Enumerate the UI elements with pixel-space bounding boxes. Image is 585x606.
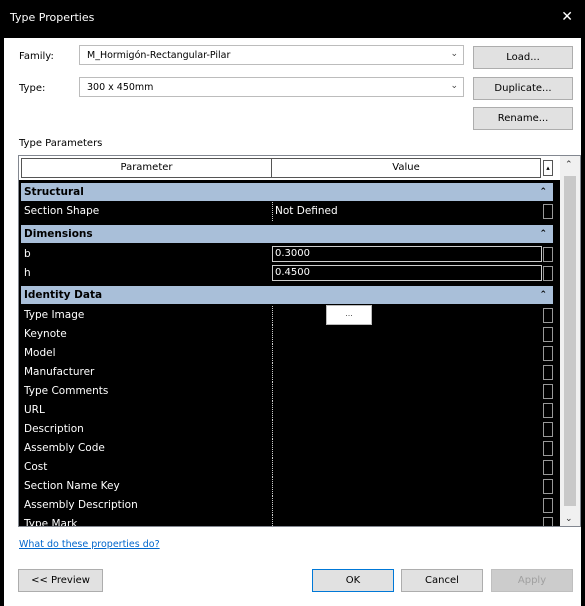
param-row-h[interactable]: h 0.4500 (21, 264, 553, 283)
param-name: Keynote (24, 328, 67, 340)
type-label: Type: (19, 83, 46, 94)
type-parameters-label: Type Parameters (19, 138, 103, 149)
grid-header: Parameter Value ▴ (19, 156, 560, 180)
type-properties-dialog: Type Properties ✕ Family: M_Hormigón-Rec… (0, 0, 585, 606)
edit-tooltip: ... (326, 305, 372, 325)
scroll-up-icon[interactable]: ⌃ (565, 160, 573, 170)
chevron-down-icon: ⌄ (450, 81, 458, 91)
sort-icon[interactable]: ▴ (543, 160, 553, 176)
param-name: Assembly Description (24, 499, 138, 511)
type-value: 300 x 450mm (87, 82, 154, 93)
param-row-manufacturer[interactable]: Manufacturer (21, 363, 553, 382)
family-dropdown[interactable]: M_Hormigón-Rectangular-Pilar ⌄ (79, 45, 464, 65)
param-row-keynote[interactable]: Keynote (21, 325, 553, 344)
param-row-description[interactable]: Description (21, 420, 553, 439)
param-row-type-comments[interactable]: Type Comments (21, 382, 553, 401)
param-name: h (24, 267, 31, 279)
param-name: Model (24, 347, 56, 359)
type-dropdown[interactable]: 300 x 450mm ⌄ (79, 77, 464, 97)
group-label: Identity Data (24, 289, 103, 301)
column-header-parameter[interactable]: Parameter (21, 158, 272, 178)
param-row-url[interactable]: URL (21, 401, 553, 420)
param-name: Assembly Code (24, 442, 105, 454)
family-value: M_Hormigón-Rectangular-Pilar (87, 50, 231, 61)
param-row-assembly-description[interactable]: Assembly Description (21, 496, 553, 515)
column-header-value[interactable]: Value (271, 158, 541, 178)
param-row-section-shape[interactable]: Section Shape Not Defined (21, 202, 553, 221)
group-identity-data[interactable]: Identity Data ⌃ (21, 286, 553, 304)
group-structural[interactable]: Structural ⌃ (21, 183, 553, 201)
param-row-model[interactable]: Model (21, 344, 553, 363)
param-row-b[interactable]: b 0.3000 (21, 245, 553, 264)
param-row-cost[interactable]: Cost (21, 458, 553, 477)
group-dimensions[interactable]: Dimensions ⌃ (21, 225, 553, 243)
help-link[interactable]: What do these properties do? (19, 539, 160, 550)
title-bar: Type Properties ✕ (0, 0, 585, 38)
param-row-assembly-code[interactable]: Assembly Code (21, 439, 553, 458)
group-label: Dimensions (24, 228, 93, 240)
param-name: Manufacturer (24, 366, 95, 378)
param-name: Section Shape (24, 205, 100, 217)
param-name: Type Image (24, 309, 85, 321)
double-chevron-up-icon[interactable]: ⌃ (539, 183, 547, 201)
param-value[interactable]: Not Defined (275, 205, 338, 217)
load-button[interactable]: Load... (473, 46, 573, 69)
param-name: Cost (24, 461, 48, 473)
duplicate-button[interactable]: Duplicate... (473, 77, 573, 100)
param-row-section-name-key[interactable]: Section Name Key (21, 477, 553, 496)
scroll-down-icon[interactable]: ⌄ (565, 514, 573, 524)
grid-scrollbar[interactable]: ⌃ ⌄ (560, 156, 580, 526)
param-name: URL (24, 404, 45, 416)
param-name: Type Comments (24, 385, 109, 397)
scroll-thumb[interactable] (564, 176, 576, 506)
param-name: Type Mark (24, 518, 78, 527)
family-label: Family: (19, 51, 54, 62)
type-parameters-grid[interactable]: Parameter Value ▴ Structural ⌃ Section S… (18, 155, 581, 527)
param-name: Section Name Key (24, 480, 120, 492)
param-value-input[interactable]: 0.4500 (272, 265, 542, 281)
double-chevron-up-icon[interactable]: ⌃ (539, 286, 547, 304)
cancel-button[interactable]: Cancel (401, 569, 483, 592)
double-chevron-up-icon[interactable]: ⌃ (539, 225, 547, 243)
apply-button[interactable]: Apply (491, 569, 573, 592)
chevron-down-icon: ⌄ (450, 49, 458, 59)
ok-button[interactable]: OK (312, 569, 394, 592)
param-row-type-image[interactable]: Type Image (21, 306, 553, 325)
rename-button[interactable]: Rename... (473, 107, 573, 130)
window-title: Type Properties (10, 11, 95, 24)
param-name: Description (24, 423, 84, 435)
param-name: b (24, 248, 31, 260)
close-icon[interactable]: ✕ (561, 9, 573, 25)
group-label: Structural (24, 186, 84, 198)
param-value-input[interactable]: 0.3000 (272, 246, 542, 262)
param-row-type-mark[interactable]: Type Mark (21, 515, 553, 527)
preview-button[interactable]: << Preview (18, 569, 103, 592)
